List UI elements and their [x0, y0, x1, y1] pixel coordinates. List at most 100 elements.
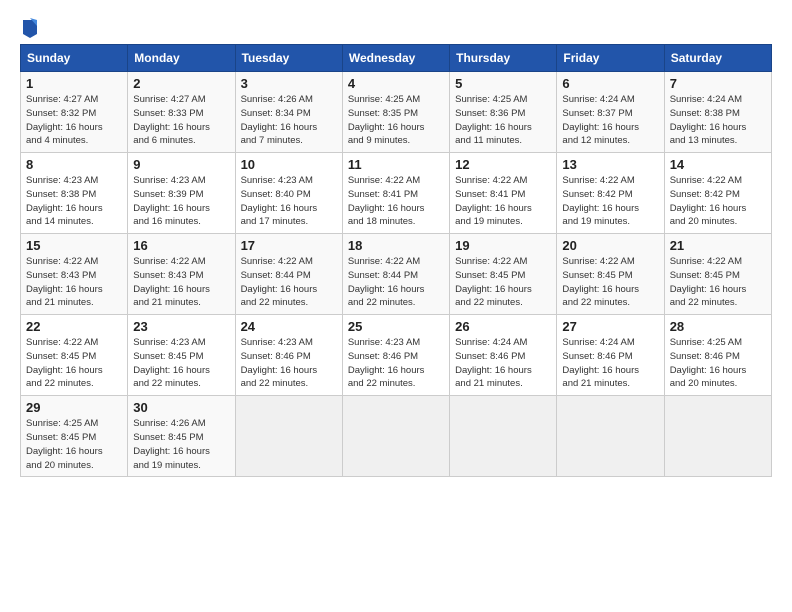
day-info: Sunrise: 4:24 AM Sunset: 8:46 PM Dayligh… [455, 336, 551, 391]
calendar-cell: 17 Sunrise: 4:22 AM Sunset: 8:44 PM Dayli… [235, 234, 342, 315]
day-number: 30 [133, 400, 229, 415]
day-number: 26 [455, 319, 551, 334]
day-info: Sunrise: 4:23 AM Sunset: 8:46 PM Dayligh… [241, 336, 337, 391]
calendar-cell [342, 396, 449, 477]
day-number: 10 [241, 157, 337, 172]
day-number: 6 [562, 76, 658, 91]
calendar-cell: 13 Sunrise: 4:22 AM Sunset: 8:42 PM Dayli… [557, 153, 664, 234]
calendar-cell: 14 Sunrise: 4:22 AM Sunset: 8:42 PM Dayli… [664, 153, 771, 234]
day-number: 20 [562, 238, 658, 253]
calendar-cell: 1 Sunrise: 4:27 AM Sunset: 8:32 PM Daylig… [21, 72, 128, 153]
day-number: 25 [348, 319, 444, 334]
day-info: Sunrise: 4:23 AM Sunset: 8:45 PM Dayligh… [133, 336, 229, 391]
day-info: Sunrise: 4:25 AM Sunset: 8:45 PM Dayligh… [26, 417, 122, 472]
day-number: 19 [455, 238, 551, 253]
day-number: 27 [562, 319, 658, 334]
day-number: 28 [670, 319, 766, 334]
calendar-cell [235, 396, 342, 477]
calendar-cell: 22 Sunrise: 4:22 AM Sunset: 8:45 PM Dayli… [21, 315, 128, 396]
day-number: 23 [133, 319, 229, 334]
calendar-cell: 16 Sunrise: 4:22 AM Sunset: 8:43 PM Dayli… [128, 234, 235, 315]
logo [20, 18, 39, 34]
day-info: Sunrise: 4:22 AM Sunset: 8:43 PM Dayligh… [26, 255, 122, 310]
day-number: 8 [26, 157, 122, 172]
calendar-cell: 27 Sunrise: 4:24 AM Sunset: 8:46 PM Dayli… [557, 315, 664, 396]
calendar-cell: 7 Sunrise: 4:24 AM Sunset: 8:38 PM Daylig… [664, 72, 771, 153]
calendar-cell: 5Sunrise: 4:25 AM Sunset: 8:36 PM Daylig… [450, 72, 557, 153]
day-info: Sunrise: 4:22 AM Sunset: 8:43 PM Dayligh… [133, 255, 229, 310]
day-info: Sunrise: 4:22 AM Sunset: 8:42 PM Dayligh… [670, 174, 766, 229]
calendar-cell: 29Sunrise: 4:25 AM Sunset: 8:45 PM Dayli… [21, 396, 128, 477]
day-number: 1 [26, 76, 122, 91]
day-number: 9 [133, 157, 229, 172]
calendar-table: SundayMondayTuesdayWednesdayThursdayFrid… [20, 44, 772, 477]
day-info: Sunrise: 4:22 AM Sunset: 8:41 PM Dayligh… [348, 174, 444, 229]
calendar-cell: 26 Sunrise: 4:24 AM Sunset: 8:46 PM Dayli… [450, 315, 557, 396]
calendar-week-3: 15 Sunrise: 4:22 AM Sunset: 8:43 PM Dayli… [21, 234, 772, 315]
calendar-cell: 15 Sunrise: 4:22 AM Sunset: 8:43 PM Dayli… [21, 234, 128, 315]
day-info: Sunrise: 4:27 AM Sunset: 8:32 PM Dayligh… [26, 93, 122, 148]
header [20, 18, 772, 34]
day-number: 5 [455, 76, 551, 91]
calendar-cell: 18 Sunrise: 4:22 AM Sunset: 8:44 PM Dayli… [342, 234, 449, 315]
day-info: Sunrise: 4:22 AM Sunset: 8:44 PM Dayligh… [348, 255, 444, 310]
calendar-cell: 24 Sunrise: 4:23 AM Sunset: 8:46 PM Dayli… [235, 315, 342, 396]
day-number: 2 [133, 76, 229, 91]
calendar-cell [450, 396, 557, 477]
day-info: Sunrise: 4:22 AM Sunset: 8:44 PM Dayligh… [241, 255, 337, 310]
day-number: 15 [26, 238, 122, 253]
day-number: 17 [241, 238, 337, 253]
day-info: Sunrise: 4:22 AM Sunset: 8:42 PM Dayligh… [562, 174, 658, 229]
calendar-cell: 25 Sunrise: 4:23 AM Sunset: 8:46 PM Dayli… [342, 315, 449, 396]
calendar-week-4: 22 Sunrise: 4:22 AM Sunset: 8:45 PM Dayli… [21, 315, 772, 396]
calendar-cell: 28 Sunrise: 4:25 AM Sunset: 8:46 PM Dayli… [664, 315, 771, 396]
calendar-body: 1 Sunrise: 4:27 AM Sunset: 8:32 PM Daylig… [21, 72, 772, 477]
calendar-header-row: SundayMondayTuesdayWednesdayThursdayFrid… [21, 45, 772, 72]
day-info: Sunrise: 4:27 AM Sunset: 8:33 PM Dayligh… [133, 93, 229, 148]
day-number: 18 [348, 238, 444, 253]
day-number: 24 [241, 319, 337, 334]
day-info: Sunrise: 4:23 AM Sunset: 8:40 PM Dayligh… [241, 174, 337, 229]
day-number: 3 [241, 76, 337, 91]
calendar-week-5: 29Sunrise: 4:25 AM Sunset: 8:45 PM Dayli… [21, 396, 772, 477]
day-info: Sunrise: 4:22 AM Sunset: 8:41 PM Dayligh… [455, 174, 551, 229]
day-number: 7 [670, 76, 766, 91]
day-info: Sunrise: 4:24 AM Sunset: 8:46 PM Dayligh… [562, 336, 658, 391]
calendar-cell: 10 Sunrise: 4:23 AM Sunset: 8:40 PM Dayli… [235, 153, 342, 234]
calendar-col-wednesday: Wednesday [342, 45, 449, 72]
calendar-col-monday: Monday [128, 45, 235, 72]
calendar-week-1: 1 Sunrise: 4:27 AM Sunset: 8:32 PM Daylig… [21, 72, 772, 153]
calendar-cell: 2 Sunrise: 4:27 AM Sunset: 8:33 PM Daylig… [128, 72, 235, 153]
calendar-col-saturday: Saturday [664, 45, 771, 72]
day-number: 13 [562, 157, 658, 172]
day-number: 11 [348, 157, 444, 172]
page: SundayMondayTuesdayWednesdayThursdayFrid… [0, 0, 792, 612]
calendar-col-friday: Friday [557, 45, 664, 72]
calendar-cell: 12 Sunrise: 4:22 AM Sunset: 8:41 PM Dayli… [450, 153, 557, 234]
day-number: 4 [348, 76, 444, 91]
day-info: Sunrise: 4:25 AM Sunset: 8:35 PM Dayligh… [348, 93, 444, 148]
day-info: Sunrise: 4:22 AM Sunset: 8:45 PM Dayligh… [562, 255, 658, 310]
calendar-cell: 3Sunrise: 4:26 AM Sunset: 8:34 PM Daylig… [235, 72, 342, 153]
calendar-cell: 4 Sunrise: 4:25 AM Sunset: 8:35 PM Daylig… [342, 72, 449, 153]
day-number: 16 [133, 238, 229, 253]
day-info: Sunrise: 4:25 AM Sunset: 8:46 PM Dayligh… [670, 336, 766, 391]
day-info: Sunrise: 4:22 AM Sunset: 8:45 PM Dayligh… [26, 336, 122, 391]
calendar-col-tuesday: Tuesday [235, 45, 342, 72]
calendar-cell: 21 Sunrise: 4:22 AM Sunset: 8:45 PM Dayli… [664, 234, 771, 315]
day-number: 22 [26, 319, 122, 334]
calendar-cell: 6 Sunrise: 4:24 AM Sunset: 8:37 PM Daylig… [557, 72, 664, 153]
calendar-cell [557, 396, 664, 477]
day-number: 14 [670, 157, 766, 172]
day-info: Sunrise: 4:26 AM Sunset: 8:45 PM Dayligh… [133, 417, 229, 472]
day-number: 12 [455, 157, 551, 172]
day-info: Sunrise: 4:23 AM Sunset: 8:46 PM Dayligh… [348, 336, 444, 391]
calendar-cell: 20 Sunrise: 4:22 AM Sunset: 8:45 PM Dayli… [557, 234, 664, 315]
day-info: Sunrise: 4:24 AM Sunset: 8:37 PM Dayligh… [562, 93, 658, 148]
day-info: Sunrise: 4:22 AM Sunset: 8:45 PM Dayligh… [670, 255, 766, 310]
calendar-cell: 23 Sunrise: 4:23 AM Sunset: 8:45 PM Dayli… [128, 315, 235, 396]
calendar-cell: 11 Sunrise: 4:22 AM Sunset: 8:41 PM Dayli… [342, 153, 449, 234]
day-info: Sunrise: 4:23 AM Sunset: 8:39 PM Dayligh… [133, 174, 229, 229]
day-number: 21 [670, 238, 766, 253]
day-info: Sunrise: 4:24 AM Sunset: 8:38 PM Dayligh… [670, 93, 766, 148]
